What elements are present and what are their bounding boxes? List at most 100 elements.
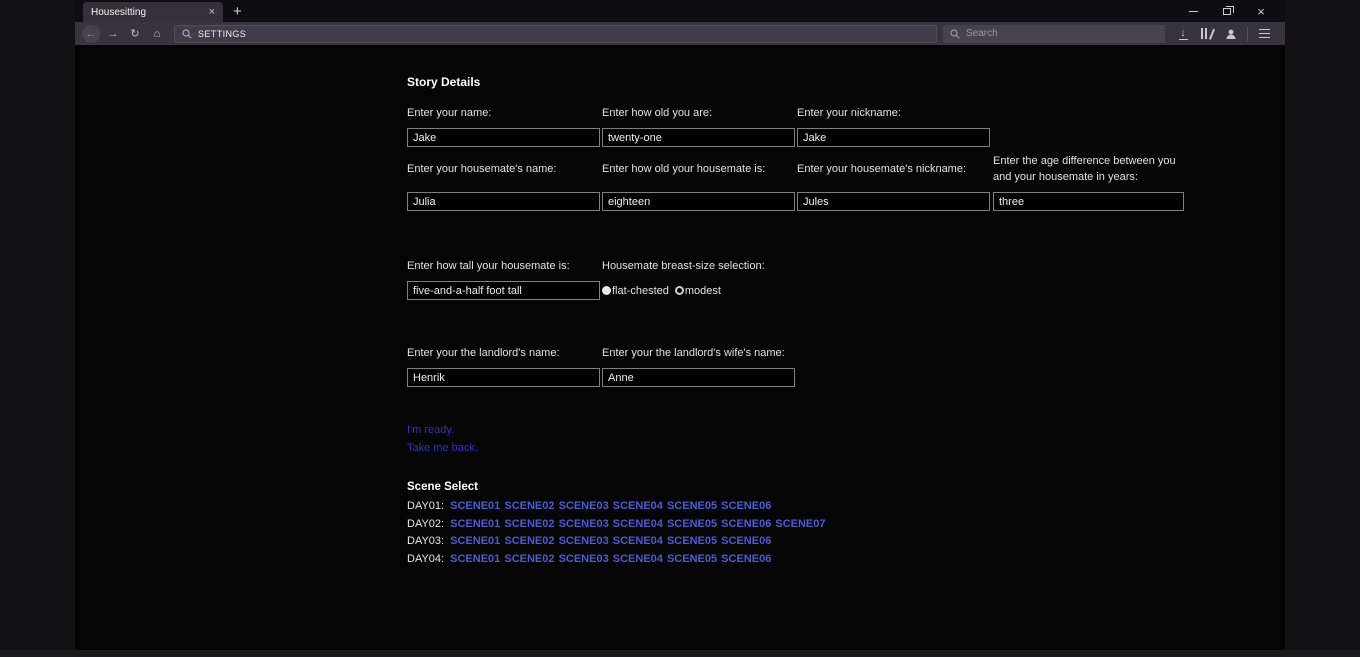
search-placeholder: Search: [966, 28, 998, 39]
housemate-age-input[interactable]: [602, 192, 795, 211]
day04-scene05-link[interactable]: SCENE05: [667, 553, 717, 565]
downloads-button[interactable]: ↓: [1173, 25, 1193, 43]
field-label: Enter how tall your housemate is:: [407, 258, 602, 274]
field-label: Enter the age difference between you and…: [993, 153, 1193, 185]
field-label: Enter how old you are:: [602, 105, 797, 121]
account-button[interactable]: [1221, 25, 1241, 43]
day02-scene01-link[interactable]: SCENE01: [450, 518, 500, 530]
landlord-wife-name-input[interactable]: [602, 368, 795, 387]
landlord-name-input[interactable]: [407, 368, 600, 387]
housemate-name-input[interactable]: [407, 192, 600, 211]
field-label: Enter your name:: [407, 105, 602, 121]
day01-scene04-link[interactable]: SCENE04: [613, 500, 663, 512]
your-name-input[interactable]: [407, 128, 600, 147]
form-row-1: Enter your name: Enter how old you are: …: [407, 105, 1265, 147]
day04-scene02-link[interactable]: SCENE02: [504, 553, 554, 565]
day01-scene06-link[interactable]: SCENE06: [721, 500, 771, 512]
day02-scene03-link[interactable]: SCENE03: [559, 518, 609, 530]
desktop: Housesitting × + × ← → ↻ ⌂ SETTINGS: [0, 0, 1360, 657]
page-title: Story Details: [407, 75, 1265, 89]
field-label: Enter how old your housemate is:: [602, 161, 797, 177]
day01-scene03-link[interactable]: SCENE03: [559, 500, 609, 512]
field-label: Enter your housemate's name:: [407, 161, 602, 177]
day02-scene04-link[interactable]: SCENE04: [613, 518, 663, 530]
day01-scene02-link[interactable]: SCENE02: [504, 500, 554, 512]
minimize-icon: [1189, 11, 1198, 12]
age-difference-input[interactable]: [993, 192, 1184, 211]
im-ready-link[interactable]: I'm ready.: [407, 421, 454, 439]
your-nickname-input[interactable]: [797, 128, 990, 147]
library-button[interactable]: [1197, 25, 1217, 43]
field-label: Enter your housemate's nickname:: [797, 161, 993, 177]
scene-select-title: Scene Select: [407, 481, 1265, 493]
search-bar[interactable]: Search: [943, 25, 1165, 43]
radio-selected-icon: [602, 286, 611, 295]
day-label: DAY04:: [407, 553, 444, 565]
take-me-back-link[interactable]: Take me back.: [407, 439, 478, 457]
day04-row: DAY04: SCENE01 SCENE02 SCENE03 SCENE04 S…: [407, 551, 1265, 569]
url-text: SETTINGS: [198, 29, 246, 39]
tab-housesitting[interactable]: Housesitting ×: [83, 2, 223, 22]
housemate-height-input[interactable]: [407, 281, 600, 300]
day03-scene04-link[interactable]: SCENE04: [613, 535, 663, 547]
restore-icon: [1223, 8, 1231, 15]
housemate-nickname-input[interactable]: [797, 192, 990, 211]
day01-scene01-link[interactable]: SCENE01: [450, 500, 500, 512]
page-content: Story Details Enter your name: Enter how…: [75, 45, 1285, 650]
day-label: DAY03:: [407, 535, 444, 547]
forward-button[interactable]: →: [104, 25, 122, 43]
day02-scene02-link[interactable]: SCENE02: [504, 518, 554, 530]
close-button[interactable]: ×: [1255, 5, 1267, 17]
browser-window: Housesitting × + × ← → ↻ ⌂ SETTINGS: [75, 0, 1285, 650]
day04-scene06-link[interactable]: SCENE06: [721, 553, 771, 565]
url-bar[interactable]: SETTINGS: [174, 25, 937, 43]
day04-scene04-link[interactable]: SCENE04: [613, 553, 663, 565]
field-label: Enter your the landlord's name:: [407, 345, 602, 361]
day01-row: DAY01: SCENE01 SCENE02 SCENE03 SCENE04 S…: [407, 498, 1265, 516]
your-age-input[interactable]: [602, 128, 795, 147]
day02-scene06-link[interactable]: SCENE06: [721, 518, 771, 530]
navigation-toolbar: ← → ↻ ⌂ SETTINGS Search ↓: [75, 22, 1285, 45]
day02-scene07-link[interactable]: SCENE07: [775, 518, 825, 530]
radio-modest[interactable]: modest: [675, 285, 721, 297]
hamburger-icon: [1259, 29, 1270, 38]
search-icon: [182, 29, 192, 39]
form-row-2: Enter your housemate's name: Enter how o…: [407, 153, 1265, 211]
day03-scene01-link[interactable]: SCENE01: [450, 535, 500, 547]
breast-size-radio-group: flat-chested modest: [602, 281, 797, 300]
day-label: DAY01:: [407, 500, 444, 512]
taskbar-strip: [0, 650, 1360, 657]
home-button[interactable]: ⌂: [148, 25, 166, 43]
radio-unselected-icon: [675, 286, 684, 295]
day02-scene05-link[interactable]: SCENE05: [667, 518, 717, 530]
field-label: Housemate breast-size selection:: [602, 258, 797, 274]
search-icon: [950, 29, 960, 39]
library-icon: [1201, 28, 1213, 39]
action-links: I'm ready. Take me back.: [407, 421, 1265, 457]
day03-row: DAY03: SCENE01 SCENE02 SCENE03 SCENE04 S…: [407, 533, 1265, 551]
day03-scene06-link[interactable]: SCENE06: [721, 535, 771, 547]
radio-flat-chested[interactable]: flat-chested: [602, 285, 669, 297]
tab-close-icon[interactable]: ×: [209, 7, 215, 18]
back-button[interactable]: ←: [82, 25, 100, 43]
day02-row: DAY02: SCENE01 SCENE02 SCENE03 SCENE04 S…: [407, 516, 1265, 534]
day03-scene03-link[interactable]: SCENE03: [559, 535, 609, 547]
day04-scene01-link[interactable]: SCENE01: [450, 553, 500, 565]
day03-scene02-link[interactable]: SCENE02: [504, 535, 554, 547]
reload-button[interactable]: ↻: [126, 25, 144, 43]
toolbar-separator: [1247, 27, 1248, 41]
field-label: Enter your the landlord's wife's name:: [602, 345, 797, 361]
new-tab-button[interactable]: +: [233, 4, 242, 19]
minimize-button[interactable]: [1187, 5, 1199, 17]
account-icon: [1225, 28, 1237, 40]
tab-title: Housesitting: [91, 7, 209, 18]
field-label: Enter your nickname:: [797, 105, 993, 121]
menu-button[interactable]: [1254, 25, 1274, 43]
day04-scene03-link[interactable]: SCENE03: [559, 553, 609, 565]
restore-button[interactable]: [1221, 5, 1233, 17]
day01-scene05-link[interactable]: SCENE05: [667, 500, 717, 512]
day03-scene05-link[interactable]: SCENE05: [667, 535, 717, 547]
form-row-3: Enter how tall your housemate is: Housem…: [407, 258, 1265, 300]
window-controls: ×: [1187, 0, 1267, 22]
tab-bar: Housesitting × + ×: [75, 0, 1285, 22]
